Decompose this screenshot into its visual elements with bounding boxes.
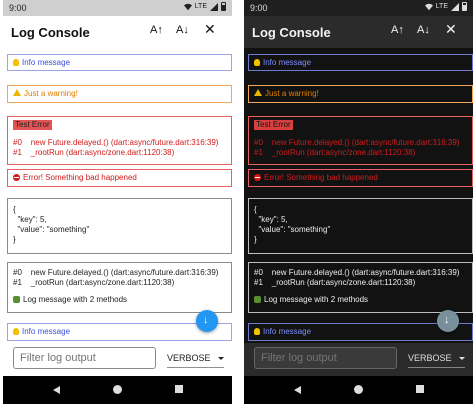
signal-icon xyxy=(210,2,218,11)
scroll-to-bottom-button[interactable]: ↓ xyxy=(196,310,218,332)
warning-icon xyxy=(13,89,21,96)
log-entry-info: Info message xyxy=(7,54,232,71)
chevron-down-icon xyxy=(217,357,224,360)
increase-font-button[interactable]: A↑ xyxy=(150,24,163,36)
log-entry-debug: #0 new Future.delayed.() (dart:async/fut… xyxy=(7,262,232,313)
bug-icon xyxy=(13,296,20,303)
log-entry-warning: Just a warning! xyxy=(248,85,473,103)
status-time: 9:00 xyxy=(250,3,268,13)
nav-bar xyxy=(244,376,473,404)
stack-trace: #0 new Future.delayed.() (dart:async/fut… xyxy=(254,138,460,157)
back-icon[interactable] xyxy=(294,386,301,394)
close-button[interactable]: ✕ xyxy=(445,21,457,38)
warning-icon xyxy=(254,89,262,96)
filter-input[interactable] xyxy=(13,347,156,369)
no-entry-icon xyxy=(254,174,261,181)
arrow-down-icon: ↓ xyxy=(203,314,209,326)
status-bar: 9:00 LTE xyxy=(244,0,473,16)
close-button[interactable]: ✕ xyxy=(204,21,216,38)
stack-trace: #0 new Future.delayed.() (dart:async/fut… xyxy=(13,138,219,157)
log-list[interactable]: Info message Just a warning! Test Error … xyxy=(3,48,232,343)
wifi-icon xyxy=(424,3,433,10)
log-entry-error-message: Error! Something bad happened xyxy=(248,169,473,187)
chevron-down-icon xyxy=(458,357,465,360)
stack-trace: #0 new Future.delayed.() (dart:async/fut… xyxy=(13,268,219,287)
lightbulb-icon xyxy=(254,328,260,335)
back-icon[interactable] xyxy=(53,386,60,394)
network-type: LTE xyxy=(435,3,448,10)
light-theme-screen: 9:00 LTE Log Console A↑ A↓ ✕ Info messag… xyxy=(3,0,232,404)
log-entry-info: Info message xyxy=(248,54,473,71)
log-entry-json: { "key": 5, "value": "something" } xyxy=(248,198,473,254)
page-title: Log Console xyxy=(11,25,90,40)
app-bar: Log Console A↑ A↓ ✕ xyxy=(244,16,473,48)
battery-icon xyxy=(221,2,226,11)
log-entry-error: Test Error #0 new Future.delayed.() (dar… xyxy=(7,116,232,165)
log-entry-error: Test Error #0 new Future.delayed.() (dar… xyxy=(248,116,473,165)
dark-theme-screen: 9:00 LTE Log Console A↑ A↓ ✕ Info messag… xyxy=(244,0,473,404)
status-bar: 9:00 LTE xyxy=(3,0,232,16)
app-bar: Log Console A↑ A↓ ✕ xyxy=(3,16,232,48)
bug-icon xyxy=(254,296,261,303)
log-entry-warning: Just a warning! xyxy=(7,85,232,103)
status-time: 9:00 xyxy=(9,3,27,13)
no-entry-icon xyxy=(13,174,20,181)
recent-apps-icon[interactable] xyxy=(416,385,424,393)
lightbulb-icon xyxy=(254,59,260,66)
log-level-dropdown[interactable]: VERBOSE xyxy=(408,353,465,368)
signal-icon xyxy=(451,2,459,11)
lightbulb-icon xyxy=(13,328,19,335)
scroll-to-bottom-button[interactable]: ↓ xyxy=(437,310,459,332)
log-entry-error-message: Error! Something bad happened xyxy=(7,169,232,187)
error-title: Test Error xyxy=(13,120,52,130)
wifi-icon xyxy=(183,3,192,10)
decrease-font-button[interactable]: A↓ xyxy=(417,24,430,36)
log-entry-debug: #0 new Future.delayed.() (dart:async/fut… xyxy=(248,262,473,313)
increase-font-button[interactable]: A↑ xyxy=(391,24,404,36)
stack-trace: #0 new Future.delayed.() (dart:async/fut… xyxy=(254,268,460,287)
log-level-dropdown[interactable]: VERBOSE xyxy=(167,353,224,368)
network-type: LTE xyxy=(194,3,207,10)
home-icon[interactable] xyxy=(354,385,363,394)
page-title: Log Console xyxy=(252,25,331,40)
lightbulb-icon xyxy=(13,59,19,66)
error-title: Test Error xyxy=(254,120,293,130)
home-icon[interactable] xyxy=(113,385,122,394)
bottom-bar: VERBOSE xyxy=(3,343,232,376)
nav-bar xyxy=(3,376,232,404)
recent-apps-icon[interactable] xyxy=(175,385,183,393)
arrow-down-icon: ↓ xyxy=(444,314,450,326)
battery-icon xyxy=(462,2,467,11)
filter-input[interactable] xyxy=(254,347,397,369)
bottom-bar: VERBOSE xyxy=(244,343,473,376)
decrease-font-button[interactable]: A↓ xyxy=(176,24,189,36)
log-entry-json: { "key": 5, "value": "something" } xyxy=(7,198,232,254)
log-list[interactable]: Info message Just a warning! Test Error … xyxy=(244,48,473,343)
